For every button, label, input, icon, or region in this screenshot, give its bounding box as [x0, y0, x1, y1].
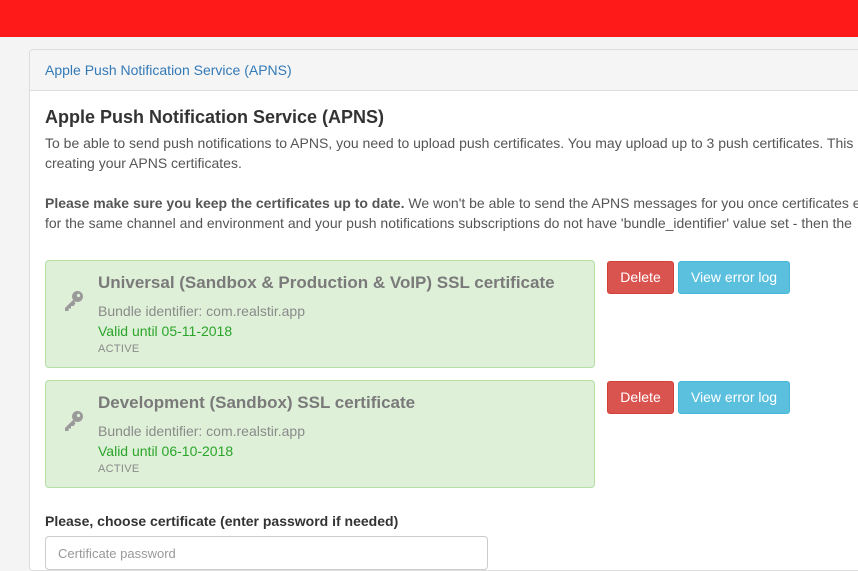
view-error-log-button[interactable]: View error log	[678, 261, 790, 294]
intro-line-1: To be able to send push notifications to…	[45, 135, 854, 151]
status-badge: ACTIVE	[98, 463, 140, 475]
certificate-password-input[interactable]	[45, 536, 488, 570]
warning-bold: Please make sure you keep the certificat…	[45, 195, 405, 211]
warning-text: Please make sure you keep the certificat…	[45, 193, 858, 233]
bundle-identifier: Bundle identifier: com.realstir.app	[98, 423, 305, 439]
bundle-identifier: Bundle identifier: com.realstir.app	[98, 303, 305, 319]
status-badge: ACTIVE	[98, 343, 140, 355]
warning-line-2: for the same channel and environment and…	[45, 215, 852, 231]
certificate-title: Universal (Sandbox & Production & VoIP) …	[98, 273, 555, 292]
valid-until: Valid until 05-11-2018	[98, 323, 233, 339]
delete-button[interactable]: Delete	[607, 261, 674, 294]
valid-until: Valid until 06-10-2018	[98, 443, 234, 459]
choose-certificate-label: Please, choose certificate (enter passwo…	[45, 513, 399, 529]
panel-heading: Apple Push Notification Service (APNS)	[30, 50, 858, 91]
top-bar	[0, 0, 858, 37]
apns-panel: Apple Push Notification Service (APNS) A…	[29, 49, 858, 571]
intro-text: To be able to send push notifications to…	[45, 133, 858, 173]
key-icon	[65, 411, 83, 431]
warning-line-1: We won't be able to send the APNS messag…	[404, 195, 858, 211]
delete-button[interactable]: Delete	[607, 381, 674, 414]
certificate-card-universal: Universal (Sandbox & Production & VoIP) …	[45, 260, 595, 368]
key-icon	[65, 291, 83, 311]
certificate-title: Development (Sandbox) SSL certificate	[98, 393, 416, 412]
section-title: Apple Push Notification Service (APNS)	[45, 107, 385, 127]
certificate-card-development: Development (Sandbox) SSL certificate Bu…	[45, 380, 595, 488]
view-error-log-button[interactable]: View error log	[678, 381, 790, 414]
intro-line-2: creating your APNS certificates.	[45, 155, 242, 171]
